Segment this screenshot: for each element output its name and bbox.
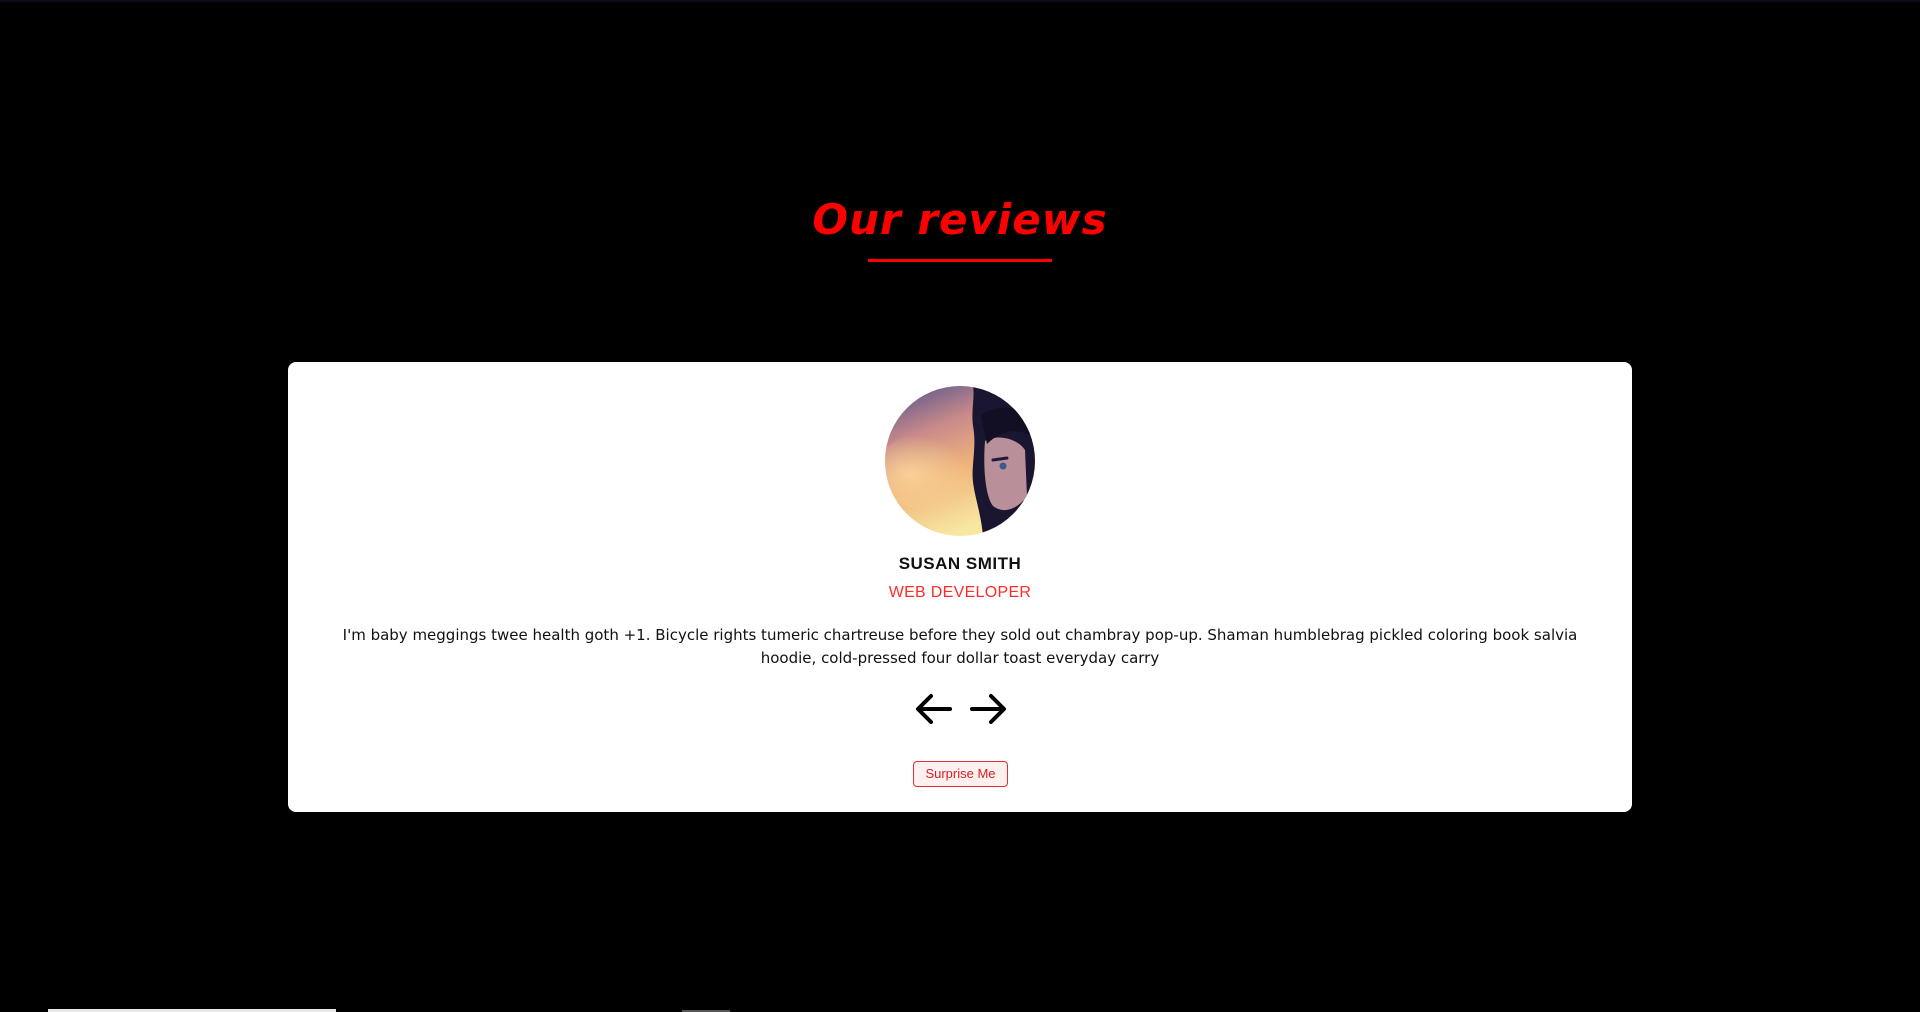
prev-review-button[interactable] <box>912 687 956 731</box>
next-review-button[interactable] <box>966 687 1010 731</box>
surprise-me-button[interactable]: Surprise Me <box>913 761 1008 787</box>
review-text: I'm baby meggings twee health goth +1. B… <box>342 626 1578 667</box>
person-portrait-icon <box>885 386 1035 536</box>
arrow-left-icon <box>916 694 952 724</box>
top-edge <box>0 0 1920 2</box>
reviewer-job: WEB DEVELOPER <box>888 584 1032 601</box>
section-title: Our reviews <box>812 195 1108 244</box>
reviewer-name: SUSAN SMITH <box>898 554 1022 573</box>
title-underline <box>868 259 1052 262</box>
arrow-right-icon <box>970 694 1006 724</box>
review-card: SUSAN SMITH WEB DEVELOPER I'm baby meggi… <box>288 362 1632 812</box>
